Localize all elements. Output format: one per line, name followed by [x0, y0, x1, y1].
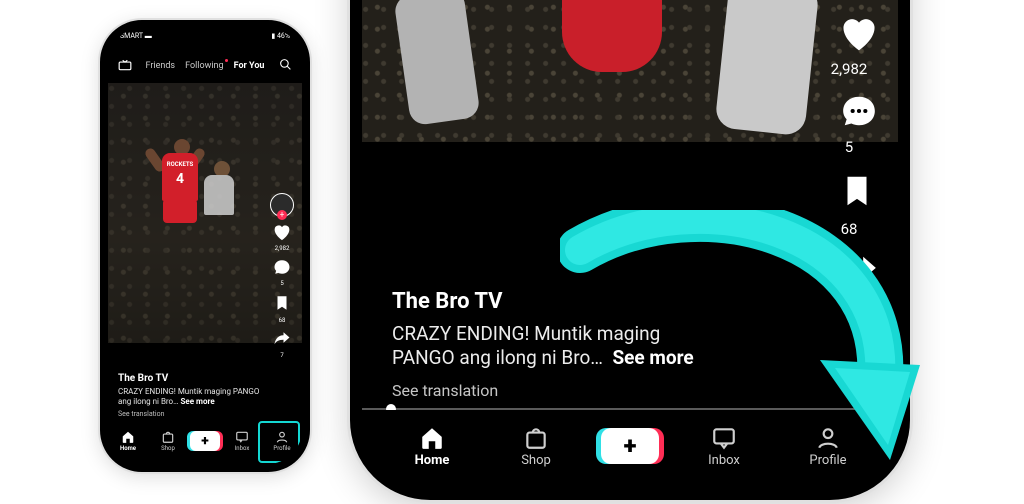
action-rail-large: 2,982 5 68	[818, 14, 880, 290]
nav-profile[interactable]: Profile	[789, 425, 867, 468]
like-count: 2,982	[275, 245, 290, 252]
follow-plus-icon[interactable]: +	[277, 210, 287, 220]
live-icon[interactable]	[118, 59, 132, 74]
like-count: 2,982	[831, 60, 868, 78]
author-name[interactable]: The Bro TV	[118, 373, 262, 384]
see-more-link[interactable]: See more	[180, 397, 214, 406]
plus-icon: +	[624, 434, 637, 458]
see-translation-link[interactable]: See translation	[392, 381, 803, 400]
comment-button[interactable]	[271, 258, 293, 276]
phone-mock-small: SMART ▬ ▮ 46% Friends Following For You	[100, 20, 310, 472]
save-button[interactable]	[271, 293, 293, 313]
nav-create[interactable]: +	[601, 428, 659, 464]
status-battery: ▮ 46%	[271, 32, 290, 46]
plus-icon: +	[201, 434, 208, 448]
phone-notch	[155, 28, 255, 46]
top-tabs: Friends Following For You	[108, 54, 302, 78]
caption[interactable]: CRAZY ENDING! Muntik maging PANGO ang il…	[392, 322, 803, 371]
nav-shop[interactable]: Shop	[150, 430, 186, 452]
comment-button[interactable]	[838, 92, 860, 130]
caption[interactable]: CRAZY ENDING! Muntik maging PANGO ang il…	[118, 387, 262, 407]
tab-for-you[interactable]: For You	[234, 61, 265, 71]
share-button[interactable]	[838, 252, 860, 290]
nav-inbox[interactable]: Inbox	[224, 430, 260, 452]
tab-following[interactable]: Following	[185, 61, 224, 71]
bottom-nav-large: Home Shop + Inbox Profile	[362, 410, 898, 488]
nav-create[interactable]: +	[190, 431, 220, 451]
see-translation-link[interactable]: See translation	[118, 410, 262, 418]
author-name[interactable]: The Bro TV	[392, 289, 803, 314]
action-rail: + 2,982 5 68 7	[266, 193, 298, 359]
like-button[interactable]	[838, 14, 860, 52]
nav-inbox[interactable]: Inbox	[685, 425, 763, 468]
save-count: 68	[841, 220, 858, 238]
profile-highlight-box	[258, 421, 300, 463]
tab-friends[interactable]: Friends	[146, 61, 176, 71]
save-count: 68	[279, 317, 286, 324]
nav-home[interactable]: Home	[110, 430, 146, 452]
comment-count: 5	[845, 138, 853, 156]
search-icon[interactable]	[279, 58, 292, 74]
share-button[interactable]	[271, 330, 293, 348]
phone-mock-large: 2,982 5 68 The Bro TV CRAZY ENDING! Munt…	[350, 0, 910, 500]
nav-home[interactable]: Home	[393, 425, 471, 468]
video-meta: The Bro TV CRAZY ENDING! Muntik maging P…	[118, 373, 262, 418]
video-meta-large: The Bro TV CRAZY ENDING! Muntik maging P…	[392, 289, 803, 400]
creator-avatar[interactable]: +	[270, 193, 294, 217]
comment-count: 5	[280, 280, 283, 287]
like-button[interactable]	[271, 223, 293, 241]
status-carrier: SMART ▬	[120, 32, 152, 46]
nav-shop[interactable]: Shop	[497, 425, 575, 468]
save-button[interactable]	[838, 170, 860, 212]
share-count: 7	[280, 352, 283, 359]
jersey-team: ROCKETS	[162, 161, 198, 168]
see-more-link[interactable]: See more	[612, 346, 693, 369]
jersey-number: 4	[162, 171, 198, 187]
